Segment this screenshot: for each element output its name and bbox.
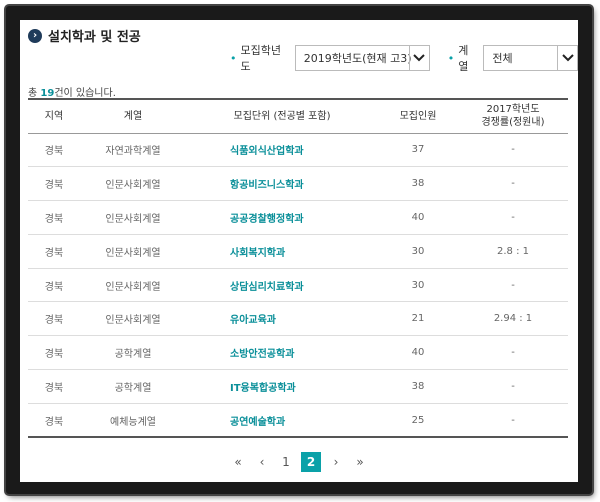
cell-category: 공학계열 — [80, 369, 186, 404]
chevron-down-icon[interactable] — [557, 46, 577, 70]
col-category: 계열 — [123, 110, 143, 122]
cell-category: 인문사회계열 — [80, 200, 186, 235]
cell-dept[interactable]: 항공비즈니스학과 — [186, 166, 378, 202]
chevron-down-icon[interactable] — [408, 46, 429, 70]
table-row: 경북 공학계열 소방안전공학과 40- — [28, 335, 568, 371]
category-label-text: 계열 — [458, 44, 469, 73]
cell-ratio: - — [458, 133, 568, 168]
cell-category: 인문사회계열 — [80, 166, 186, 202]
cell-region: 경북 — [28, 369, 80, 404]
category-filter-label: • 계열 — [448, 42, 478, 74]
cell-category: 인문사회계열 — [80, 301, 186, 337]
table-header-row: 지역 계열 모집단위 (전공별 포함) 모집인원 2017학년도 경쟁률(정원내… — [28, 99, 568, 133]
cell-quota: 25 — [378, 403, 458, 439]
cell-dept[interactable]: 식품외식산업학과 — [186, 133, 378, 168]
department-table: 지역 계열 모집단위 (전공별 포함) 모집인원 2017학년도 경쟁률(정원내… — [28, 98, 568, 439]
cell-ratio: - — [458, 166, 568, 202]
cell-dept[interactable]: 유아교육과 — [186, 301, 378, 337]
cell-dept[interactable]: 공연예술학과 — [186, 403, 378, 439]
col-dept: 모집단위 (전공별 포함) — [233, 110, 331, 122]
prev-page-button[interactable]: ‹ — [253, 452, 271, 472]
cell-quota: 30 — [378, 234, 458, 269]
category-select[interactable]: 전체 — [483, 45, 578, 71]
page-1-button[interactable]: 1 — [277, 452, 295, 472]
cell-quota: 30 — [378, 268, 458, 303]
cell-ratio: 2.8 : 1 — [458, 234, 568, 269]
cell-ratio: - — [458, 403, 568, 439]
last-page-button[interactable]: » — [351, 452, 369, 472]
col-ratio-line1: 2017학년도 — [486, 104, 540, 116]
chevron-right-circle-icon: › — [28, 28, 42, 43]
category-select-value: 전체 — [492, 52, 513, 65]
cell-category: 공학계열 — [80, 335, 186, 371]
cell-category: 예체능계열 — [80, 403, 186, 439]
pagination: « ‹ 1 2 › » — [20, 452, 578, 472]
cell-region: 경북 — [28, 403, 80, 439]
year-label-text: 모집학년도 — [240, 44, 281, 73]
cell-region: 경북 — [28, 301, 80, 337]
cell-category: 인문사회계열 — [80, 234, 186, 269]
table-row: 경북 인문사회계열 항공비즈니스학과 38- — [28, 166, 568, 202]
cell-region: 경북 — [28, 335, 80, 371]
department-panel: › 설치학과 및 전공 • 모집학년도 2019학년도(현재 고3) • 계열 … — [20, 20, 578, 482]
table-row: 경북 인문사회계열 공공경찰행정학과 40- — [28, 200, 568, 235]
col-ratio-line2: 경쟁률(정원내) — [481, 117, 545, 129]
col-quota: 모집인원 — [399, 110, 437, 122]
first-page-button[interactable]: « — [229, 452, 247, 472]
col-ratio: 2017학년도 경쟁률(정원내) — [458, 99, 568, 133]
table-row: 경북 인문사회계열 사회복지학과 30 2.8 : 1 — [28, 234, 568, 269]
result-count: 총 19건이 있습니다. — [28, 84, 116, 99]
section-title: 설치학과 및 전공 — [48, 30, 141, 45]
cell-region: 경북 — [28, 268, 80, 303]
bullet-icon: • — [447, 51, 455, 65]
cell-dept[interactable]: 소방안전공학과 — [186, 335, 378, 371]
section-header: › 설치학과 및 전공 — [28, 26, 141, 45]
cell-dept[interactable]: 공공경찰행정학과 — [186, 200, 378, 235]
cell-region: 경북 — [28, 200, 80, 235]
cell-quota: 40 — [378, 200, 458, 235]
year-select-value: 2019학년도(현재 고3) — [303, 52, 412, 65]
table-row: 경북 예체능계열 공연예술학과 25- — [28, 403, 568, 439]
cell-quota: 38 — [378, 369, 458, 404]
table-row: 경북 자연과학계열 식품외식산업학과 37- — [28, 133, 568, 168]
cell-region: 경북 — [28, 133, 80, 168]
cell-category: 인문사회계열 — [80, 268, 186, 303]
page-2-button[interactable]: 2 — [301, 452, 321, 472]
table-row: 경북 공학계열 IT융복합공학과 38- — [28, 369, 568, 404]
col-region: 지역 — [44, 110, 64, 122]
table-row: 경북 인문사회계열 상담심리치료학과 30- — [28, 268, 568, 303]
cell-dept[interactable]: IT융복합공학과 — [186, 369, 378, 404]
cell-ratio: - — [458, 268, 568, 303]
filter-bar: • 모집학년도 2019학년도(현재 고3) • 계열 전체 — [230, 42, 578, 74]
next-page-button[interactable]: › — [327, 452, 345, 472]
year-filter-label: • 모집학년도 — [230, 42, 289, 74]
cell-ratio: - — [458, 369, 568, 404]
cell-region: 경북 — [28, 234, 80, 269]
bullet-icon: • — [230, 51, 237, 65]
cell-ratio: - — [458, 200, 568, 235]
cell-ratio: - — [458, 335, 568, 371]
cell-quota: 37 — [378, 133, 458, 168]
cell-dept[interactable]: 사회복지학과 — [186, 234, 378, 269]
cell-dept[interactable]: 상담심리치료학과 — [186, 268, 378, 303]
cell-quota: 21 — [378, 301, 458, 337]
year-select[interactable]: 2019학년도(현재 고3) — [294, 45, 430, 71]
cell-ratio: 2.94 : 1 — [458, 301, 568, 337]
cell-region: 경북 — [28, 166, 80, 202]
cell-quota: 38 — [378, 166, 458, 202]
table-row: 경북 인문사회계열 유아교육과 21 2.94 : 1 — [28, 301, 568, 337]
cell-quota: 40 — [378, 335, 458, 371]
cell-category: 자연과학계열 — [80, 133, 186, 168]
